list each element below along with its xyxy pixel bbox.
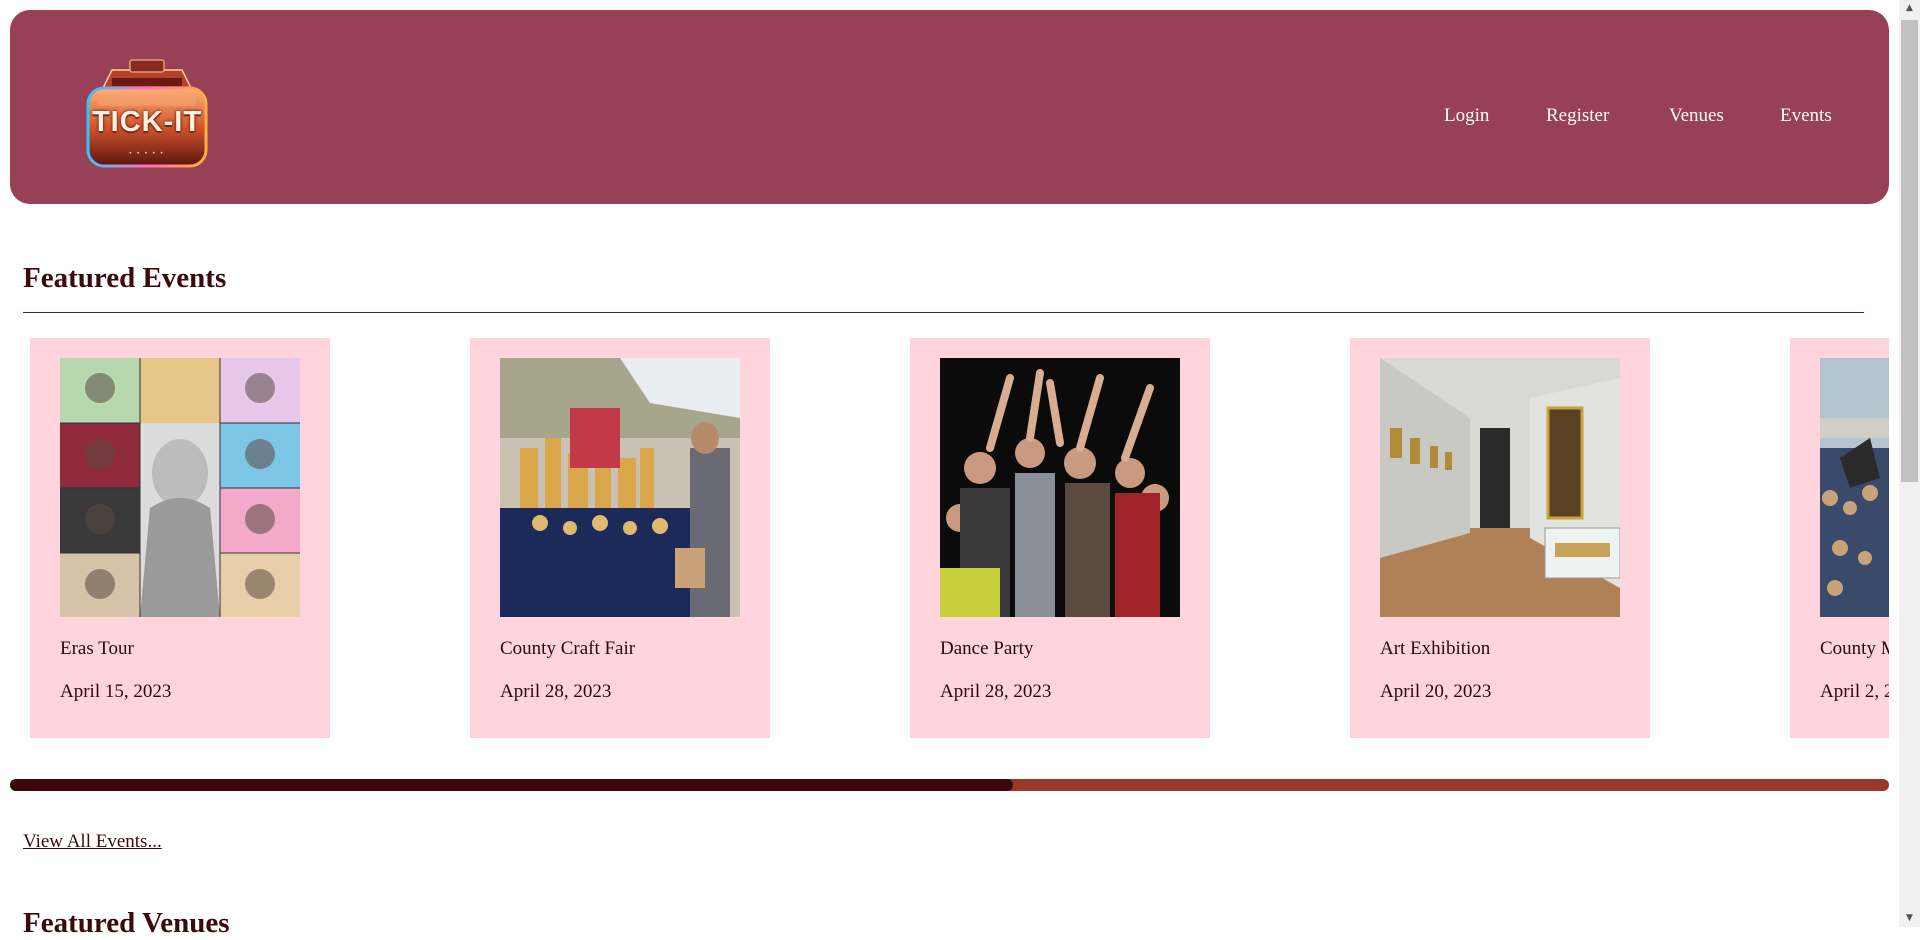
view-all-events-link[interactable]: View All Events... — [23, 831, 162, 853]
eras-tour-photo[interactable] — [60, 358, 300, 617]
page-scrollbar-thumb[interactable] — [1901, 20, 1918, 482]
logo-dots: • • • • • — [129, 151, 165, 157]
scroll-up-arrow-icon[interactable]: ▲ — [1899, 0, 1920, 17]
event-name: County Craft Fair — [500, 638, 636, 659]
nav-register[interactable]: Register — [1546, 105, 1609, 127]
site-header: TICK-IT • • • • • Login Register Venues … — [10, 10, 1889, 204]
event-date: April 28, 2023 — [940, 681, 1052, 702]
event-date: April 28, 2023 — [500, 681, 612, 702]
tick-it-logo[interactable]: TICK-IT • • • • • — [72, 48, 222, 178]
event-card-art-exhibition[interactable]: Art Exhibition April 20, 2023 — [1350, 338, 1650, 738]
event-date: April 20, 2023 — [1380, 681, 1492, 702]
scroll-down-arrow-icon[interactable]: ▼ — [1899, 910, 1920, 927]
dance-party-photo[interactable] — [940, 358, 1180, 617]
event-name: County Music Festival — [1820, 638, 1889, 659]
event-card-eras-tour[interactable]: Eras Tour April 15, 2023 — [30, 338, 330, 738]
event-date: April 15, 2023 — [60, 681, 172, 702]
carousel-scrollbar-thumb[interactable] — [10, 779, 1013, 791]
event-name: Dance Party — [940, 638, 1034, 659]
event-card-county-music-festival[interactable]: County Music Festival April 2, 2023 — [1790, 338, 1889, 738]
event-date: April 2, 2023 — [1820, 681, 1889, 702]
featured-events-carousel[interactable]: Eras Tour April 15, 2023 County Craft Fa… — [10, 338, 1889, 740]
section-divider — [23, 312, 1864, 313]
craft-fair-photo[interactable] — [500, 358, 740, 617]
page-scrollbar[interactable]: ▲ ▼ — [1899, 0, 1920, 927]
nav-events[interactable]: Events — [1780, 105, 1832, 127]
logo-text: TICK-IT — [91, 106, 203, 138]
featured-venues-title: Featured Venues — [23, 907, 230, 939]
nav-login[interactable]: Login — [1444, 105, 1489, 127]
event-name: Art Exhibition — [1380, 638, 1491, 659]
featured-events-title: Featured Events — [23, 262, 227, 294]
music-festival-photo[interactable] — [1820, 358, 1889, 617]
event-card-dance-party[interactable]: Dance Party April 28, 2023 — [910, 338, 1210, 738]
nav-venues[interactable]: Venues — [1669, 105, 1724, 127]
event-name: Eras Tour — [60, 638, 134, 659]
art-exhibition-photo[interactable] — [1380, 358, 1620, 617]
event-card-county-craft-fair[interactable]: County Craft Fair April 28, 2023 — [470, 338, 770, 738]
